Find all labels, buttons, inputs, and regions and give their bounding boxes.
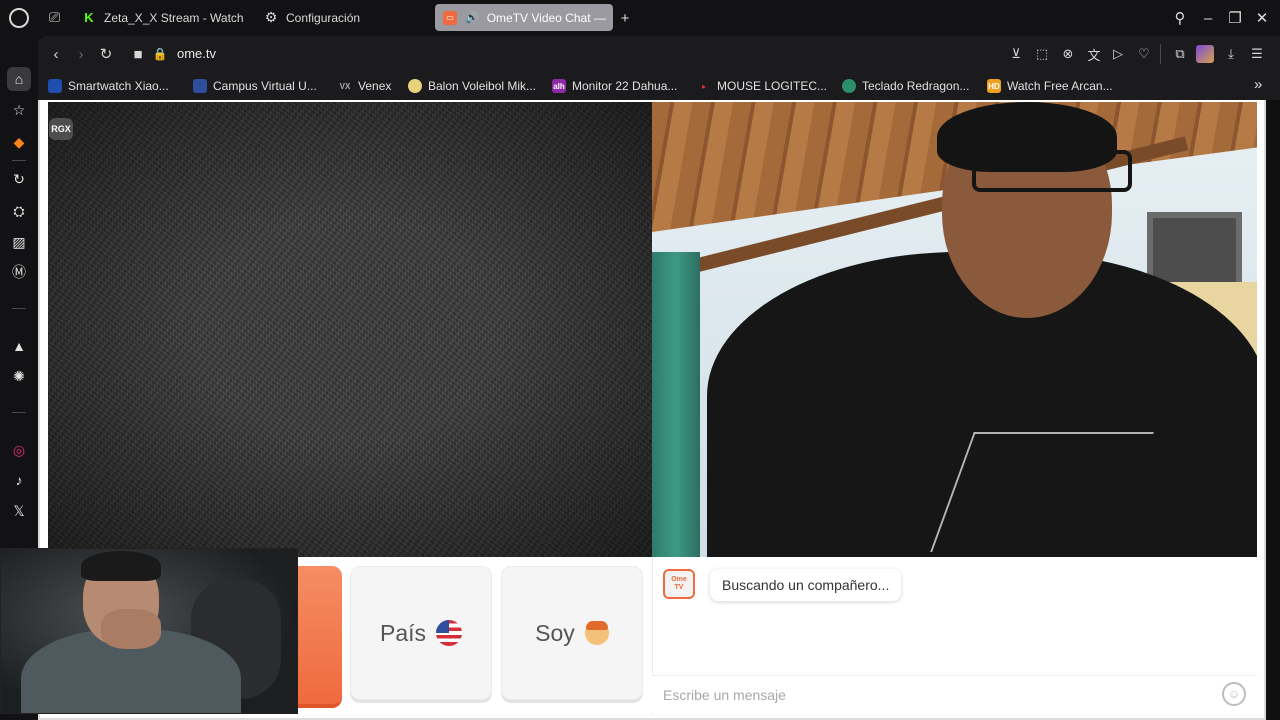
emoji-icon[interactable]: ☺: [1222, 682, 1246, 706]
sidebar-divider: [12, 160, 26, 161]
chatgpt-icon[interactable]: ✺: [7, 364, 31, 388]
new-tab-button[interactable]: +: [615, 8, 635, 28]
partner-video-static: [48, 102, 652, 557]
bookmark-label: MOUSE LOGITEC...: [717, 79, 828, 93]
country-label: País: [379, 619, 427, 646]
url-field[interactable]: ome.tv: [177, 46, 216, 61]
bookmark-item[interactable]: Teclado Redragon...: [842, 78, 969, 94]
star-icon[interactable]: ☆: [7, 98, 31, 122]
tab-label: Configuración: [286, 10, 361, 25]
self-camera-video: [652, 102, 1257, 557]
bookmark-label: Monitor 22 Dahua...: [572, 79, 678, 93]
download-icon[interactable]: ⤓: [1222, 45, 1240, 63]
tab-stream[interactable]: K Zeta_X_X Stream - Watch: [74, 4, 244, 31]
start-button[interactable]: [298, 566, 342, 708]
bookmark-label: Teclado Redragon...: [862, 79, 970, 93]
bookmark-item[interactable]: Smartwatch Xiao...: [48, 78, 169, 94]
bookmark-label: Smartwatch Xiao...: [68, 79, 169, 93]
gender-label: Soy: [535, 619, 575, 646]
m-app-icon[interactable]: Ⓜ: [7, 260, 31, 284]
back-button[interactable]: ‹: [46, 44, 66, 64]
forward-button[interactable]: ›: [71, 44, 91, 64]
streamer-webcam: [0, 548, 298, 714]
campus-icon: [193, 79, 207, 93]
minimize-button[interactable]: –: [1198, 8, 1218, 28]
glasses: [972, 150, 1132, 192]
x-twitter-icon[interactable]: 𝕏: [7, 499, 31, 523]
camera-icon[interactable]: ■: [128, 44, 148, 64]
menu-icon[interactable]: ☰: [1248, 45, 1266, 63]
boy-face-icon: [584, 621, 609, 645]
restore-button[interactable]: ❐: [1225, 8, 1245, 28]
ometv-favicon-icon: ▭: [443, 10, 457, 25]
search-tabs-icon[interactable]: ⚲: [1170, 8, 1190, 28]
address-bar: ‹ › ↻ ■ 🔒 ome.tv ⊻ ⬚ ⊗ 文 ▷ ♡ ⧉ ⤓ ☰: [38, 36, 1280, 72]
gender-filter-button[interactable]: Soy: [501, 566, 643, 700]
us-flag-icon: [436, 620, 463, 646]
bookmark-label: Venex: [358, 79, 392, 93]
tab-label: OmeTV Video Chat —: [486, 10, 606, 25]
aria-icon[interactable]: ▲: [7, 334, 31, 358]
image-icon[interactable]: ▨: [7, 230, 31, 254]
tab-label: Zeta_X_X Stream - Watch: [104, 10, 244, 25]
bookmark-label: Balon Voleibol Mik...: [428, 79, 537, 93]
xiaomi-icon: [48, 79, 62, 93]
sidebar-divider: [12, 412, 26, 413]
adblock-icon[interactable]: ⊗: [1059, 45, 1077, 63]
robot-icon[interactable]: ⛭: [7, 199, 31, 223]
curtain: [652, 252, 700, 557]
venex-icon: VX: [339, 81, 351, 91]
bookmark-item[interactable]: Campus Virtual U...: [193, 78, 317, 94]
tab-settings[interactable]: ⚙ Configuración: [256, 4, 426, 31]
monitor-store-icon: alh: [552, 79, 566, 93]
logo-text: TV: [674, 584, 684, 591]
speaker-icon[interactable]: 🔊: [465, 11, 479, 24]
home-icon[interactable]: ⌂: [7, 67, 31, 91]
close-window-button[interactable]: ✕: [1252, 8, 1272, 28]
translate-icon[interactable]: 文: [1085, 45, 1103, 63]
gamepad-icon[interactable]: ⎚: [49, 10, 65, 24]
history-icon[interactable]: ↻: [7, 167, 31, 191]
bookmark-item[interactable]: VX Venex: [338, 78, 392, 94]
kick-icon: K: [84, 10, 94, 25]
message-input[interactable]: [652, 675, 1257, 713]
instagram-icon[interactable]: ◎: [7, 438, 31, 462]
status-message: Buscando un compañero...: [710, 569, 902, 601]
streamer-hair: [81, 551, 161, 581]
ometv-logo-icon: Ome TV: [663, 569, 695, 599]
opera-logo-icon[interactable]: [9, 8, 29, 28]
lock-icon[interactable]: 🔒: [150, 44, 170, 64]
bookmark-label: Watch Free Arcan...: [1007, 79, 1113, 93]
streamer-hand: [101, 609, 161, 649]
gear-icon: ⚙: [264, 9, 278, 25]
heart-icon[interactable]: ♡: [1135, 45, 1153, 63]
tab-ometv[interactable]: ▭ 🔊 OmeTV Video Chat —: [435, 4, 613, 31]
snapshot-icon[interactable]: ⬚: [1033, 45, 1051, 63]
hd-icon: HD: [987, 79, 1001, 93]
redragon-icon: [842, 79, 856, 93]
country-filter-button[interactable]: País: [350, 566, 492, 700]
bookmark-item[interactable]: alh Monitor 22 Dahua...: [552, 78, 677, 94]
rgx-badge: RGX: [49, 118, 73, 140]
tiktok-icon[interactable]: ♪: [7, 468, 31, 492]
profile-avatar[interactable]: [1196, 45, 1214, 63]
bookmarks-bar: Smartwatch Xiao... Campus Virtual U... V…: [38, 72, 1280, 100]
logo-text: Ome: [671, 576, 687, 583]
browser-tab-strip: ⎚ K Zeta_X_X Stream - Watch ⚙ Configurac…: [0, 0, 1280, 36]
sidebar-divider: [12, 308, 26, 309]
more-bookmarks-icon[interactable]: »: [1254, 76, 1262, 93]
bookmark-label: Campus Virtual U...: [213, 79, 317, 93]
store-icon: ▸: [701, 81, 706, 91]
metamask-icon[interactable]: ◆: [7, 130, 31, 154]
bookmark-item[interactable]: HD Watch Free Arcan...: [987, 78, 1113, 94]
play-icon[interactable]: ▷: [1109, 45, 1127, 63]
bookmark-item[interactable]: Balon Voleibol Mik...: [408, 78, 536, 94]
toolbar-divider: [1160, 44, 1161, 64]
pin-icon[interactable]: ⊻: [1007, 45, 1025, 63]
bookmark-item[interactable]: ▸ MOUSE LOGITEC...: [697, 78, 827, 94]
reload-button[interactable]: ↻: [96, 44, 116, 64]
extensions-icon[interactable]: ⧉: [1171, 45, 1189, 63]
ball-icon: [408, 79, 422, 93]
